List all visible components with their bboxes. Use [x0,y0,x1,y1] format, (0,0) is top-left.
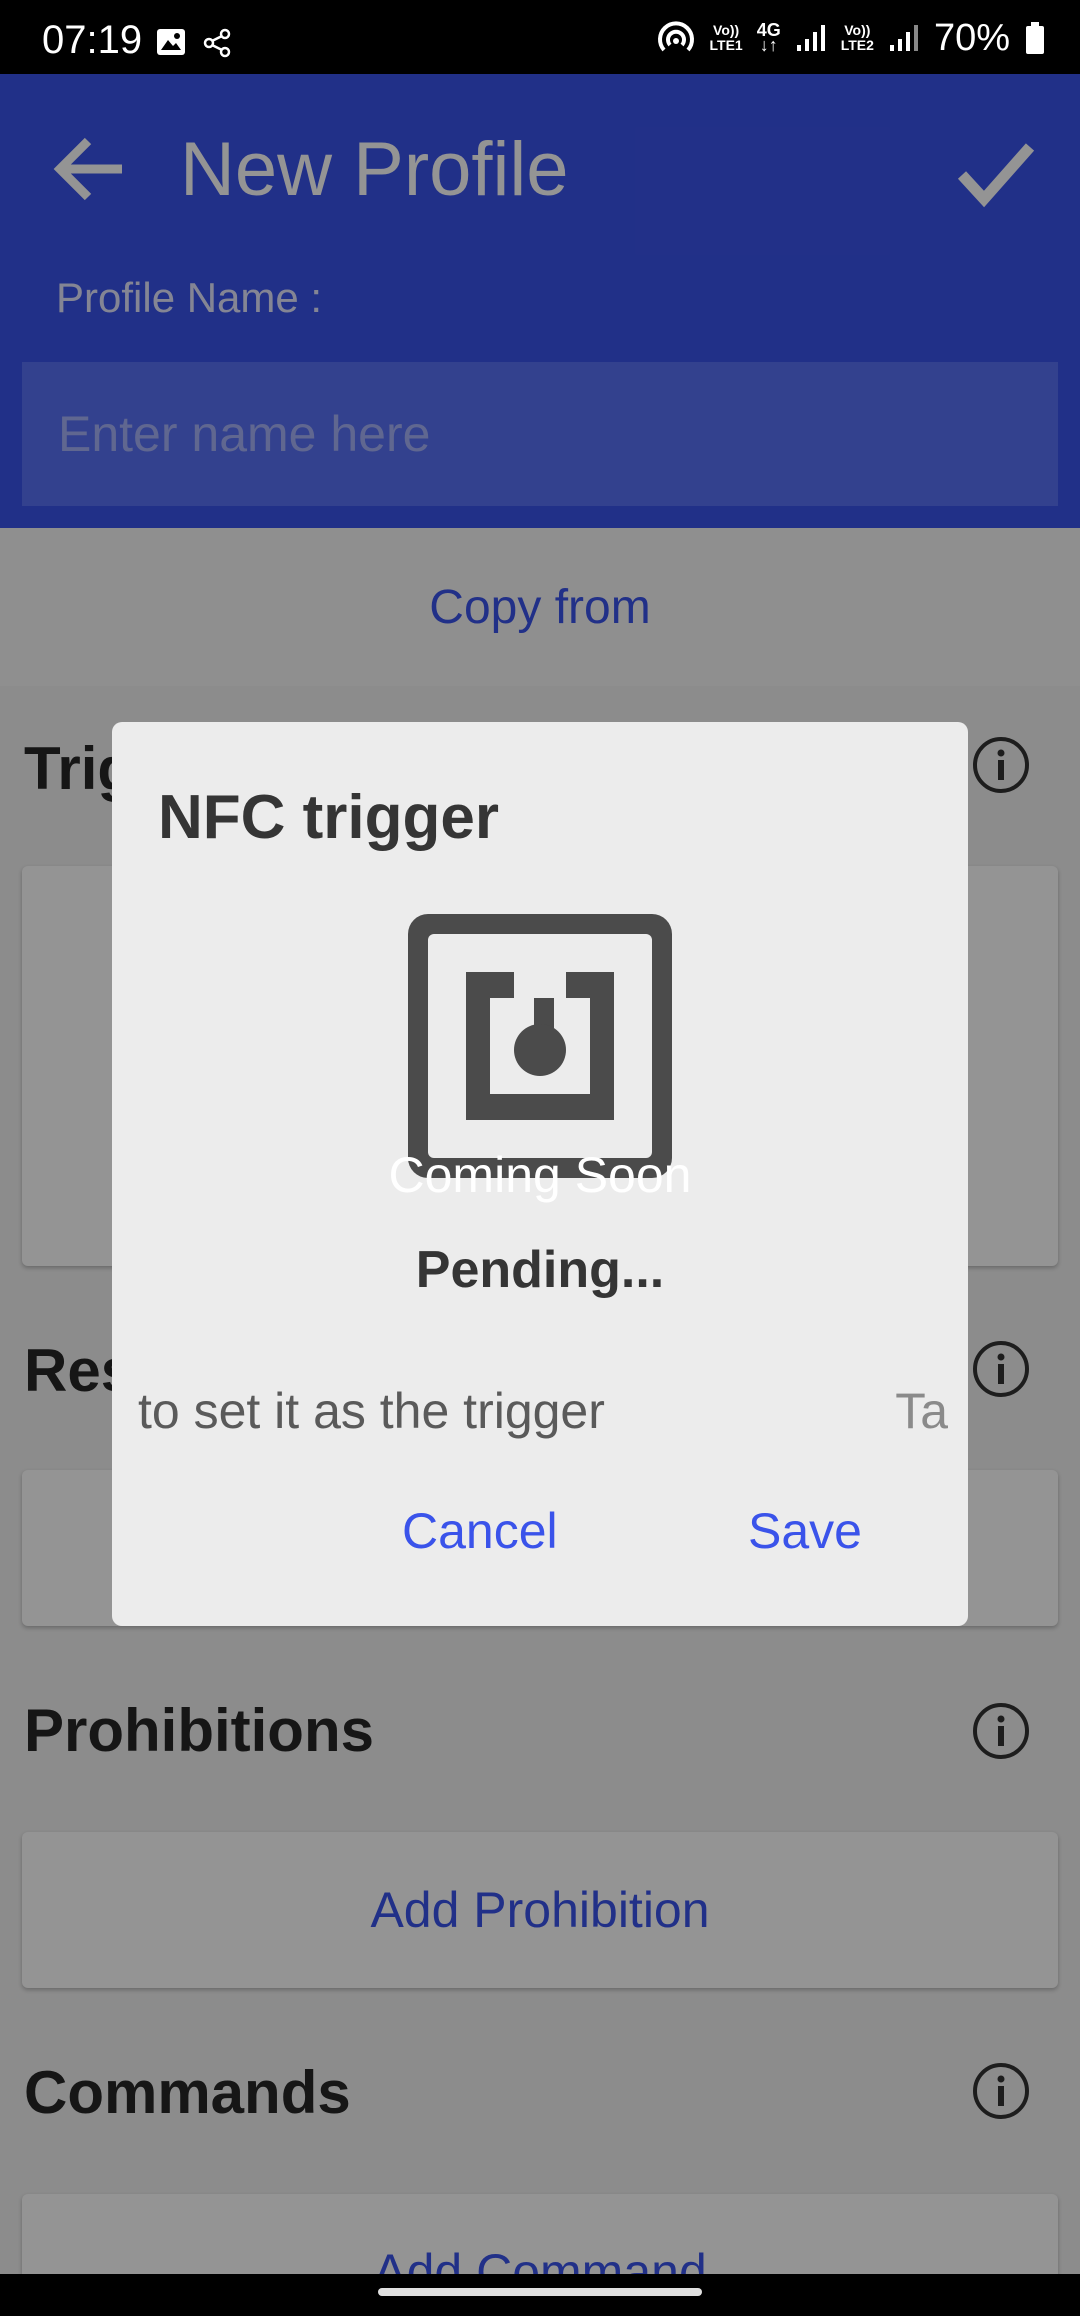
save-button[interactable]: Save [748,1502,862,1560]
volte1-indicator: Vo)) LTE1 [709,22,743,53]
instruction-text-continuation: Ta [895,1383,948,1439]
cancel-button[interactable]: Cancel [402,1502,558,1560]
coming-soon-label: Coming Soon [388,1147,692,1203]
status-indicators: Vo)) LTE1 4G ↓↑ Vo)) LTE2 70% [656,16,1046,59]
pending-status: Pending... [415,1241,665,1299]
nfc-trigger-dialog: NFC trigger Coming Soon Pending... to se… [112,722,968,1626]
instruction-marquee: to set it as the trigger Ta [138,1382,948,1452]
signal-icon [889,25,918,51]
signal-icon [796,25,825,51]
battery-level: 70% [933,16,1010,59]
navigation-bar [0,2274,1080,2316]
share-icon [203,28,231,58]
status-bar: 07:19 Vo)) LTE1 4G ↓↑ Vo)) LTE2 70% [0,0,1080,74]
nfc-icon [408,914,672,1178]
gallery-icon [157,29,185,55]
4g-indicator: 4G ↓↑ [756,20,781,55]
dialog-title: NFC trigger [158,783,499,852]
status-time: 07:19 [42,18,143,62]
home-gesture-handle[interactable] [378,2288,702,2296]
hotspot-icon [657,21,694,52]
battery-icon [1026,22,1044,54]
instruction-text: to set it as the trigger [138,1383,605,1439]
volte2-indicator: Vo)) LTE2 [840,22,874,53]
